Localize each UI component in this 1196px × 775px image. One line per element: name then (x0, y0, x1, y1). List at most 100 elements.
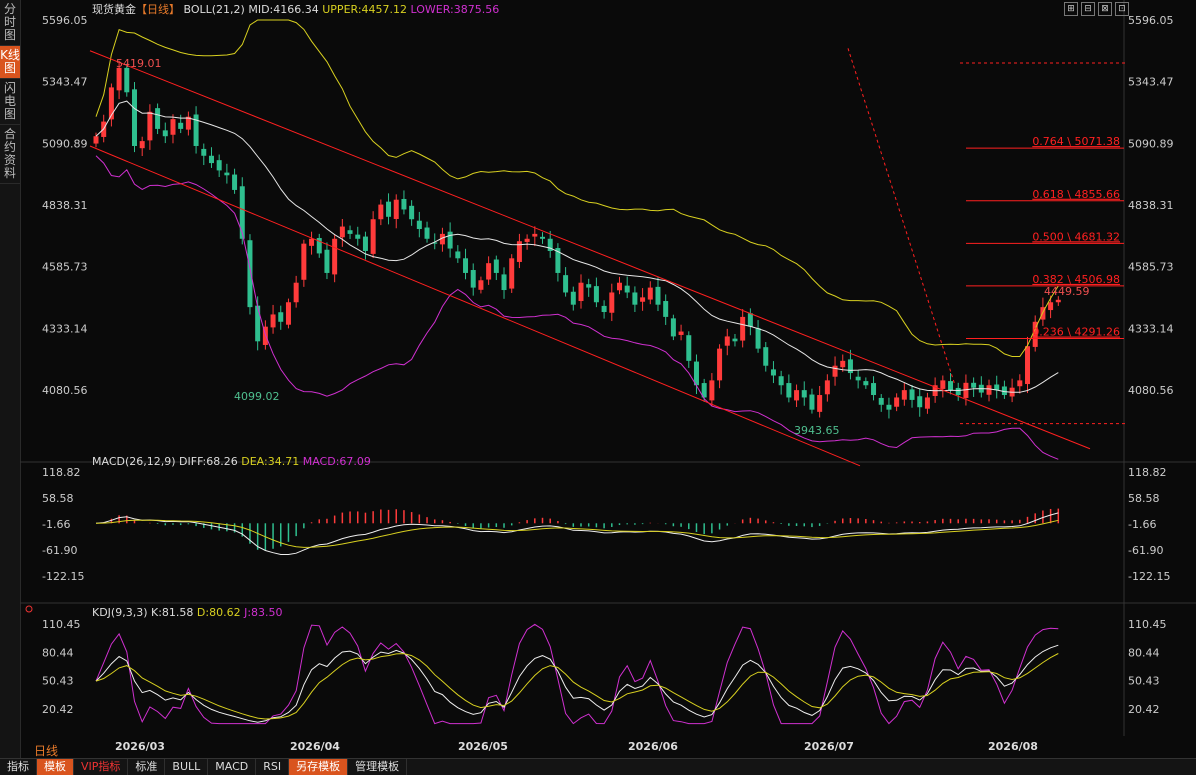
kdj-label-right: 80.44 (1128, 646, 1160, 659)
price-label-left: 4080.56 (42, 384, 88, 397)
kdj-label-left: 110.45 (42, 618, 81, 631)
candle-body (1017, 380, 1023, 387)
period-label[interactable]: 日线 (34, 742, 58, 759)
candle-body (540, 236, 546, 239)
sidebar-tab-1[interactable]: K线图 (0, 46, 20, 79)
candle-body (586, 284, 592, 288)
price-label-right: 5343.47 (1128, 76, 1174, 89)
price-label-right: 5090.89 (1128, 137, 1174, 150)
candle-body (840, 360, 846, 368)
candle-body (447, 231, 453, 249)
kdj-header: KDJ(9,3,3) K:81.58 D:80.62 J:83.50 (92, 606, 283, 619)
candle-body (832, 365, 838, 377)
candle-body (940, 380, 946, 389)
candle-body (678, 331, 684, 335)
kdj-d-line (95, 653, 1059, 720)
low-annotation-2: 3943.65 (794, 424, 840, 437)
window-button-0[interactable]: ⊞ (1064, 2, 1078, 16)
sidebar-tab-2[interactable]: 闪电图 (0, 79, 20, 125)
candle-body (717, 348, 723, 381)
last-price-annotation: 4449.59 (1044, 285, 1090, 298)
candle-body (370, 219, 376, 254)
sidebar-tab-0[interactable]: 分时图 (0, 0, 20, 46)
candle-body (116, 67, 122, 91)
candle-body (786, 383, 792, 398)
candle-body (647, 287, 653, 300)
window-button-3[interactable]: ⊡ (1115, 2, 1129, 16)
candle-body (670, 318, 676, 337)
bottom-tab-5[interactable]: MACD (208, 759, 257, 775)
kdj-marker-icon (25, 605, 33, 613)
candle-body (347, 230, 353, 234)
macd-label-right: -1.66 (1128, 518, 1156, 531)
bottom-tab-4[interactable]: BULL (165, 759, 209, 775)
candle-body (809, 394, 815, 410)
candle-body (693, 361, 699, 386)
candle-body (924, 397, 930, 409)
chart-canvas[interactable]: 现货黄金【日线】 BOLL(21,2) MID:4166.34 UPPER:44… (20, 0, 1196, 758)
candle-body (593, 286, 599, 303)
candle-body (894, 397, 900, 407)
candle-body (224, 172, 230, 176)
candle-body (817, 395, 823, 412)
candle-body (524, 238, 530, 242)
candle-body (740, 316, 746, 341)
price-label-left: 5343.47 (42, 76, 88, 89)
macd-label-right: -61.90 (1128, 544, 1163, 557)
candle-body (478, 280, 484, 290)
candle-body (93, 136, 99, 144)
candle-body (270, 314, 276, 328)
candle-body (162, 130, 168, 137)
candle-body (339, 226, 345, 238)
window-button-2[interactable]: ⊠ (1098, 2, 1112, 16)
candle-body (724, 336, 730, 346)
macd-header: MACD(26,12,9) DIFF:68.26 DEA:34.71 MACD:… (92, 455, 371, 468)
kdj-label-left: 50.43 (42, 675, 74, 688)
candle-body (709, 380, 715, 401)
bottom-tab-6[interactable]: RSI (256, 759, 290, 775)
sidebar-tab-3[interactable]: 合约资料 (0, 125, 20, 184)
bottom-tab-2[interactable]: VIP指标 (74, 759, 129, 775)
candle-body (609, 292, 615, 313)
candle-body (863, 381, 869, 386)
candle-body (1025, 346, 1031, 385)
candle-body (570, 291, 576, 305)
candle-body (501, 274, 507, 291)
price-label-left: 4585.73 (42, 261, 88, 274)
candle-body (324, 249, 330, 273)
candle-body (532, 233, 538, 237)
kdj-label-left: 80.44 (42, 646, 74, 659)
candle-body (878, 397, 884, 405)
candle-body (131, 89, 137, 146)
candle-body (801, 390, 807, 398)
candle-body (624, 285, 630, 293)
kdj-label-right: 20.42 (1128, 703, 1160, 716)
x-axis-label: 2026/06 (628, 740, 678, 753)
price-label-left: 5090.89 (42, 137, 88, 150)
candle-body (255, 305, 261, 342)
trend-dashed-line (847, 48, 956, 386)
bottom-tab-3[interactable]: 标准 (128, 759, 166, 775)
candle-body (124, 67, 130, 93)
candle-body (732, 338, 738, 342)
low-annotation-1: 4099.02 (234, 390, 280, 403)
candle-body (285, 302, 291, 325)
channel-lower-line (89, 145, 861, 467)
candle-body (871, 383, 877, 396)
high-annotation: 5419.01 (116, 57, 162, 70)
price-label-left: 4333.14 (42, 322, 88, 335)
bottom-tab-8[interactable]: 管理模板 (348, 759, 408, 775)
bottom-tab-0[interactable]: 指标 (0, 759, 37, 775)
candle-body (178, 122, 184, 129)
bottom-tab-1[interactable]: 模板 (37, 759, 74, 775)
macd-label-left: -61.90 (42, 544, 77, 557)
macd-label-right: 118.82 (1128, 466, 1167, 479)
price-label-right: 4080.56 (1128, 384, 1174, 397)
window-button-1[interactable]: ⊟ (1081, 2, 1095, 16)
macd-label-left: -1.66 (42, 518, 70, 531)
candle-body (847, 359, 853, 374)
fib-level-label: 0.500 \ 4681.32 (1032, 230, 1120, 243)
bottom-tab-7[interactable]: 另存模板 (289, 759, 349, 775)
candle-body (824, 380, 830, 395)
candle-body (278, 312, 284, 322)
